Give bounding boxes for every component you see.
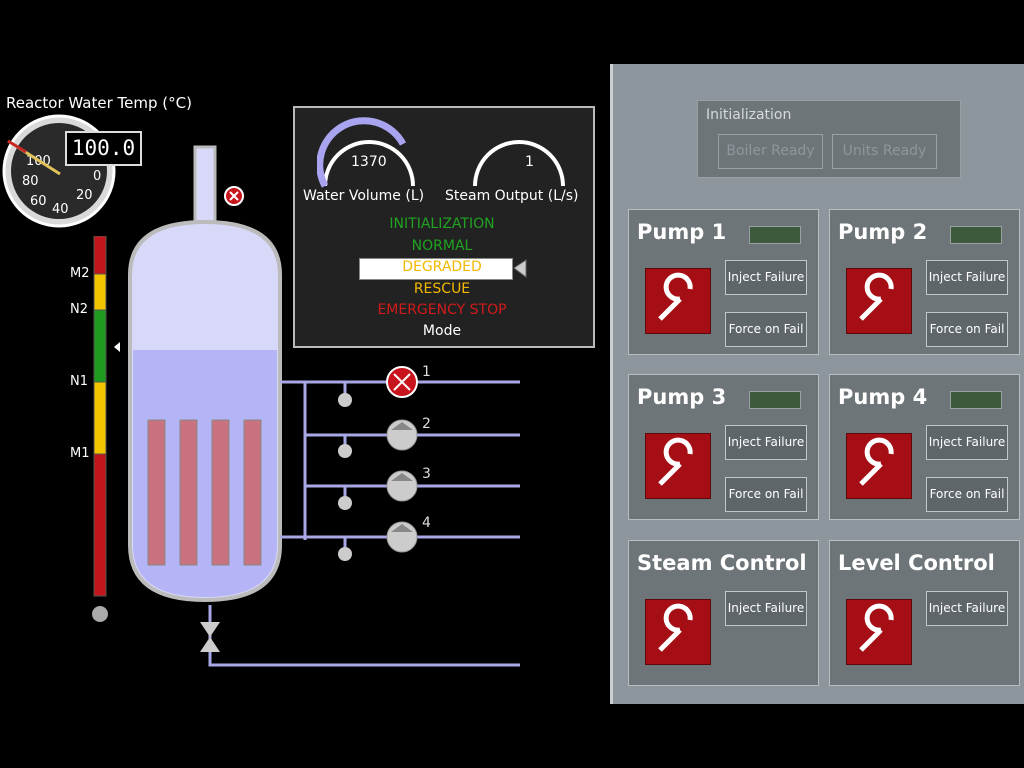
steam-control-inject-failure-button[interactable]: Inject Failure [725,591,807,626]
level-label-m2: M2 [70,266,90,281]
pump-number-2: 2 [422,416,431,432]
check-valve [338,496,352,510]
steam-output-label: Steam Output (L/s) [445,188,579,204]
steam-valve-failure-icon[interactable] [223,185,245,207]
control-panel: Initialization Boiler Ready Units Ready … [610,64,1024,704]
wrench-icon[interactable] [645,433,711,499]
pump-4-card: Pump 4 Inject Failure Force on Fail [829,374,1020,520]
drain-valve-icon [200,622,220,637]
pump-number-1: 1 [422,364,431,380]
steam-output-value: 1 [525,154,534,170]
pipe-network [200,366,520,667]
pump-2-force-on-fail-button[interactable]: Force on Fail [926,312,1008,347]
pump-1-inject-failure-button[interactable]: Inject Failure [725,260,807,295]
temp-tick-40: 40 [52,202,69,217]
check-valve [338,444,352,458]
level-control-title: Level Control [838,551,995,575]
pump-2-card: Pump 2 Inject Failure Force on Fail [829,209,1020,355]
wrench-icon[interactable] [645,268,711,334]
mode-rescue: RESCUE [413,281,471,297]
pump-3-status-led [749,391,801,409]
initialization-title: Initialization [706,107,792,123]
water-level-bar [92,236,120,622]
units-ready-button[interactable]: Units Ready [832,134,937,169]
wrench-icon[interactable] [846,433,912,499]
pump-3-force-on-fail-button[interactable]: Force on Fail [725,477,807,512]
level-label-m1: M1 [70,446,90,461]
water-volume-label: Water Volume (L) [303,188,425,204]
steam-control-title: Steam Control [637,551,807,575]
pump-4-force-on-fail-button[interactable]: Force on Fail [926,477,1008,512]
level-label-n2: N2 [70,302,88,317]
pump-1-failure-icon [386,366,418,398]
mode-degraded: DEGRADED [402,259,482,275]
wrench-icon[interactable] [645,599,711,665]
pump-4-inject-failure-button[interactable]: Inject Failure [926,425,1008,460]
steam-control-card: Steam Control Inject Failure [628,540,819,686]
pump-number-3: 3 [422,466,431,482]
mode-normal: NORMAL [411,238,473,254]
fuel-rod [147,419,166,566]
pump-1-force-on-fail-button[interactable]: Force on Fail [725,312,807,347]
reactor-schematic: Reactor Water Temp (°C) 100 80 60 40 20 … [0,0,608,768]
mode-title: Mode [422,323,462,339]
wrench-icon[interactable] [846,599,912,665]
pump-2-title: Pump 2 [838,220,928,244]
pump-3-title: Pump 3 [637,385,727,409]
water-volume-value: 1370 [351,154,387,170]
temp-tick-20: 20 [76,188,93,203]
mode-pointer-icon [513,259,527,278]
initialization-group: Initialization Boiler Ready Units Ready [697,100,961,178]
pump-number-4: 4 [422,515,431,531]
status-panel: 1370 Water Volume (L) 1 Steam Output (L/… [293,106,595,348]
mode-emergency-stop: EMERGENCY STOP [377,302,507,318]
boiler-ready-button[interactable]: Boiler Ready [718,134,823,169]
level-label-n1: N1 [70,374,88,389]
pump-4-title: Pump 4 [838,385,928,409]
pump-4-status-led [950,391,1002,409]
pump-3-card: Pump 3 Inject Failure Force on Fail [628,374,819,520]
steam-output-gauge [473,140,565,187]
pump-3-inject-failure-button[interactable]: Inject Failure [725,425,807,460]
level-control-inject-failure-button[interactable]: Inject Failure [926,591,1008,626]
pump-1-card: Pump 1 Inject Failure Force on Fail [628,209,819,355]
pump-2-inject-failure-button[interactable]: Inject Failure [926,260,1008,295]
check-valve [338,393,352,407]
temp-tick-60: 60 [30,194,47,209]
wrench-icon[interactable] [846,268,912,334]
pump-1-title: Pump 1 [637,220,727,244]
mode-initialization: INITIALIZATION [389,216,495,232]
pump-1-status-led [749,226,801,244]
check-valve [338,547,352,561]
level-control-card: Level Control Inject Failure [829,540,1020,686]
pump-2-status-led [950,226,1002,244]
temp-tick-80: 80 [22,174,39,189]
temp-tick-0: 0 [93,169,101,184]
level-marker [114,342,120,352]
